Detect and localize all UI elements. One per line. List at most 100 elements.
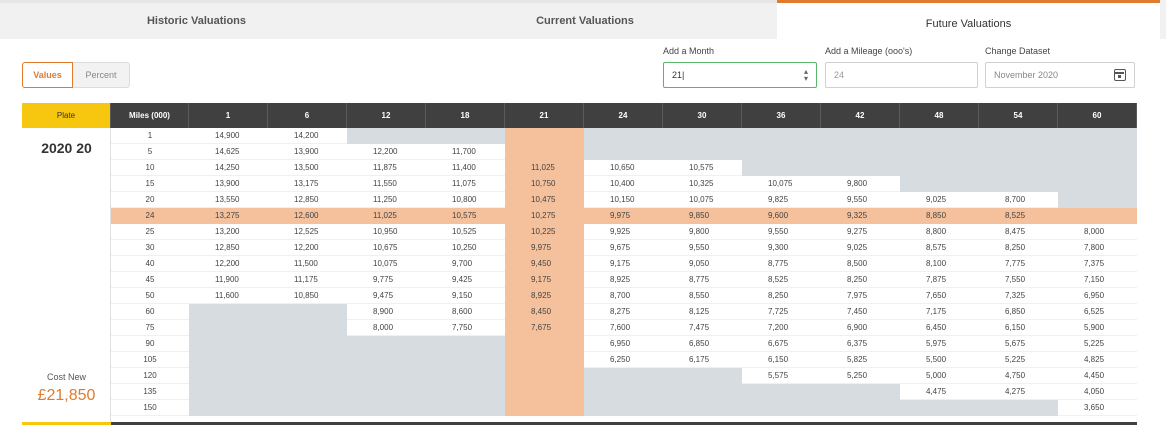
value-cell[interactable] bbox=[268, 336, 347, 352]
value-cell[interactable]: 12,600 bbox=[268, 208, 347, 224]
value-cell[interactable]: 12,200 bbox=[347, 144, 426, 160]
value-cell[interactable]: 8,575 bbox=[900, 240, 979, 256]
value-cell[interactable]: 5,575 bbox=[742, 368, 821, 384]
value-cell[interactable]: 11,400 bbox=[426, 160, 505, 176]
value-cell[interactable]: 10,250 bbox=[426, 240, 505, 256]
value-cell[interactable]: 10,400 bbox=[584, 176, 663, 192]
value-cell[interactable] bbox=[900, 128, 979, 144]
value-cell[interactable]: 9,300 bbox=[742, 240, 821, 256]
value-cell[interactable]: 13,900 bbox=[189, 176, 268, 192]
value-cell[interactable]: 7,975 bbox=[821, 288, 900, 304]
value-cell[interactable] bbox=[900, 160, 979, 176]
value-cell[interactable] bbox=[821, 144, 900, 160]
value-cell[interactable] bbox=[584, 384, 663, 400]
value-cell[interactable]: 9,550 bbox=[663, 240, 742, 256]
value-cell[interactable]: 6,850 bbox=[979, 304, 1058, 320]
value-cell[interactable]: 7,375 bbox=[1058, 256, 1137, 272]
value-cell[interactable]: 7,650 bbox=[900, 288, 979, 304]
value-cell[interactable] bbox=[979, 176, 1058, 192]
value-cell[interactable] bbox=[742, 128, 821, 144]
value-cell[interactable]: 6,150 bbox=[979, 320, 1058, 336]
value-cell[interactable]: 12,200 bbox=[189, 256, 268, 272]
value-cell[interactable] bbox=[584, 128, 663, 144]
value-cell[interactable]: 8,775 bbox=[663, 272, 742, 288]
value-cell[interactable]: 10,575 bbox=[663, 160, 742, 176]
value-cell[interactable] bbox=[505, 352, 584, 368]
value-cell[interactable]: 6,450 bbox=[900, 320, 979, 336]
value-cell[interactable]: 6,375 bbox=[821, 336, 900, 352]
value-cell[interactable]: 12,850 bbox=[189, 240, 268, 256]
value-cell[interactable]: 9,325 bbox=[821, 208, 900, 224]
value-cell[interactable]: 6,150 bbox=[742, 352, 821, 368]
value-cell[interactable]: 13,900 bbox=[268, 144, 347, 160]
value-cell[interactable] bbox=[426, 336, 505, 352]
value-cell[interactable] bbox=[347, 400, 426, 416]
value-cell[interactable] bbox=[900, 400, 979, 416]
value-cell[interactable]: 13,550 bbox=[189, 192, 268, 208]
value-cell[interactable] bbox=[742, 160, 821, 176]
value-cell[interactable]: 7,800 bbox=[1058, 240, 1137, 256]
value-cell[interactable]: 7,150 bbox=[1058, 272, 1137, 288]
value-cell[interactable] bbox=[663, 400, 742, 416]
tab-current-valuations[interactable]: Current Valuations bbox=[393, 0, 777, 39]
value-cell[interactable]: 9,825 bbox=[742, 192, 821, 208]
value-cell[interactable]: 9,850 bbox=[663, 208, 742, 224]
value-cell[interactable] bbox=[426, 368, 505, 384]
value-cell[interactable]: 8,700 bbox=[584, 288, 663, 304]
value-cell[interactable]: 5,900 bbox=[1058, 320, 1137, 336]
value-cell[interactable]: 9,800 bbox=[821, 176, 900, 192]
value-cell[interactable]: 6,250 bbox=[584, 352, 663, 368]
value-cell[interactable]: 11,250 bbox=[347, 192, 426, 208]
value-cell[interactable] bbox=[1058, 144, 1137, 160]
value-cell[interactable]: 13,175 bbox=[268, 176, 347, 192]
value-cell[interactable]: 10,575 bbox=[426, 208, 505, 224]
value-cell[interactable] bbox=[1058, 208, 1137, 224]
value-cell[interactable] bbox=[821, 128, 900, 144]
value-cell[interactable] bbox=[900, 176, 979, 192]
value-cell[interactable]: 8,000 bbox=[1058, 224, 1137, 240]
value-cell[interactable]: 7,675 bbox=[505, 320, 584, 336]
value-cell[interactable]: 8,925 bbox=[505, 288, 584, 304]
value-cell[interactable]: 10,525 bbox=[426, 224, 505, 240]
tab-future-valuations[interactable]: Future Valuations bbox=[777, 0, 1160, 39]
value-cell[interactable] bbox=[347, 336, 426, 352]
value-cell[interactable]: 8,000 bbox=[347, 320, 426, 336]
value-cell[interactable]: 6,525 bbox=[1058, 304, 1137, 320]
value-cell[interactable] bbox=[505, 400, 584, 416]
value-cell[interactable]: 9,450 bbox=[505, 256, 584, 272]
value-cell[interactable]: 7,450 bbox=[821, 304, 900, 320]
value-cell[interactable]: 10,325 bbox=[663, 176, 742, 192]
value-cell[interactable]: 4,450 bbox=[1058, 368, 1137, 384]
value-cell[interactable] bbox=[189, 304, 268, 320]
value-cell[interactable] bbox=[1058, 128, 1137, 144]
value-cell[interactable]: 11,875 bbox=[347, 160, 426, 176]
value-cell[interactable]: 7,750 bbox=[426, 320, 505, 336]
value-cell[interactable]: 9,025 bbox=[821, 240, 900, 256]
value-cell[interactable]: 4,750 bbox=[979, 368, 1058, 384]
value-cell[interactable] bbox=[189, 368, 268, 384]
value-cell[interactable] bbox=[268, 368, 347, 384]
value-cell[interactable]: 9,550 bbox=[821, 192, 900, 208]
value-cell[interactable]: 9,475 bbox=[347, 288, 426, 304]
values-button[interactable]: Values bbox=[22, 62, 73, 88]
value-cell[interactable]: 9,925 bbox=[584, 224, 663, 240]
value-cell[interactable] bbox=[505, 384, 584, 400]
value-cell[interactable] bbox=[268, 384, 347, 400]
value-cell[interactable]: 10,275 bbox=[505, 208, 584, 224]
value-cell[interactable] bbox=[347, 128, 426, 144]
value-cell[interactable]: 10,075 bbox=[663, 192, 742, 208]
value-cell[interactable]: 13,275 bbox=[189, 208, 268, 224]
value-cell[interactable] bbox=[189, 384, 268, 400]
stepper-arrows-icon[interactable]: ▴ ▾ bbox=[804, 68, 808, 83]
value-cell[interactable]: 4,050 bbox=[1058, 384, 1137, 400]
value-cell[interactable]: 7,325 bbox=[979, 288, 1058, 304]
value-cell[interactable]: 9,775 bbox=[347, 272, 426, 288]
value-cell[interactable] bbox=[584, 400, 663, 416]
dataset-picker[interactable]: November 2020 bbox=[985, 62, 1135, 88]
value-cell[interactable]: 10,475 bbox=[505, 192, 584, 208]
value-cell[interactable]: 10,650 bbox=[584, 160, 663, 176]
value-cell[interactable]: 5,000 bbox=[900, 368, 979, 384]
value-cell[interactable]: 8,275 bbox=[584, 304, 663, 320]
value-cell[interactable] bbox=[1058, 176, 1137, 192]
value-cell[interactable] bbox=[426, 400, 505, 416]
